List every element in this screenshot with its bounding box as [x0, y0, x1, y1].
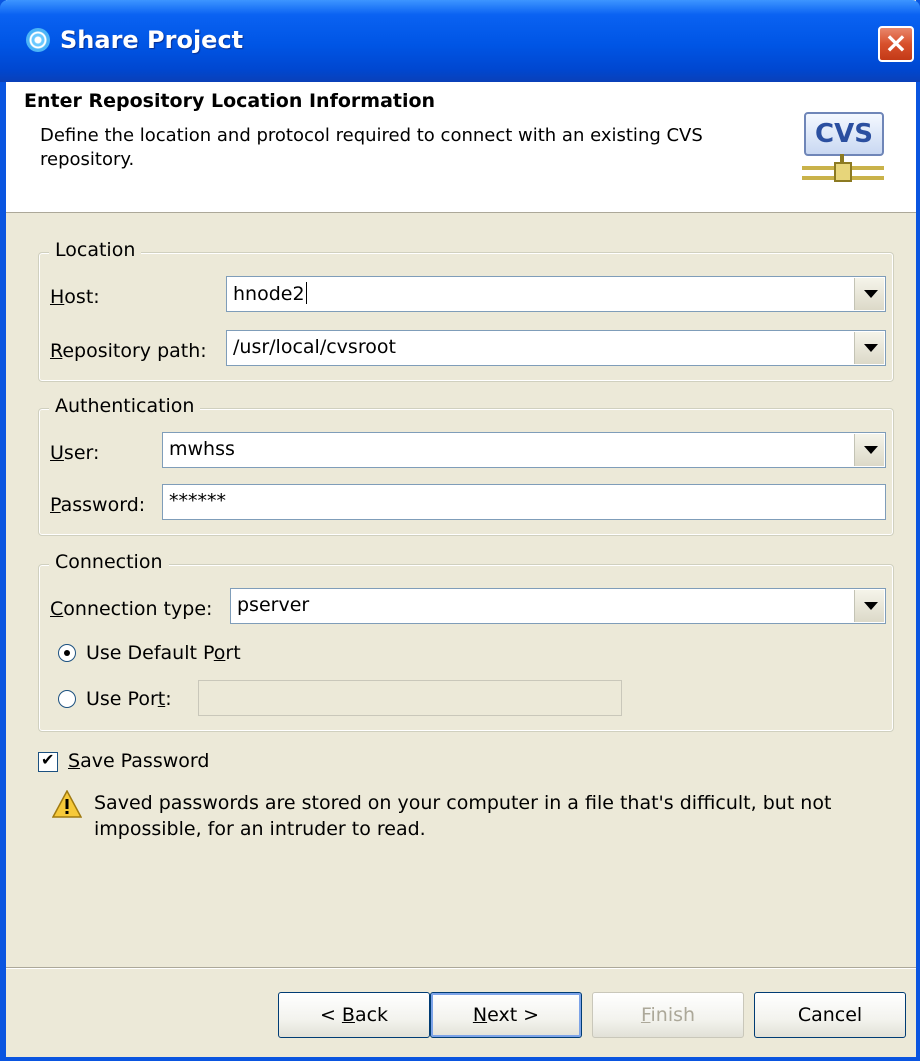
wizard-header: Enter Repository Location Information De…: [6, 82, 916, 213]
chevron-down-icon[interactable]: [854, 278, 884, 310]
password-value: ******: [169, 490, 226, 512]
chevron-down-icon[interactable]: [854, 434, 884, 466]
cvs-logo-text: CVS: [804, 112, 884, 156]
title-bar[interactable]: Share Project ×: [0, 0, 920, 82]
cvs-logo-node: [834, 162, 852, 182]
next-button[interactable]: Next >: [430, 992, 582, 1038]
repository-path-combo[interactable]: /usr/local/cvsroot: [226, 330, 886, 366]
host-value: hnode2: [233, 282, 307, 305]
connection-type-value: pserver: [237, 594, 310, 616]
connection-group-title: Connection: [49, 551, 169, 573]
connection-type-combo[interactable]: pserver: [230, 588, 886, 624]
password-label: Password:: [50, 494, 146, 516]
eclipse-icon: [26, 28, 50, 52]
save-password-label[interactable]: Save Password: [68, 750, 209, 772]
warning-icon: [52, 790, 82, 818]
host-label: Host:: [50, 286, 100, 308]
port-field[interactable]: [198, 680, 622, 716]
repository-path-value: /usr/local/cvsroot: [233, 336, 396, 358]
authentication-group-title: Authentication: [49, 395, 201, 417]
user-combo[interactable]: mwhss: [162, 432, 886, 468]
user-value: mwhss: [169, 438, 235, 460]
cvs-logo-icon: CVS: [802, 112, 884, 190]
button-bar-separator: [6, 967, 916, 969]
chevron-down-icon[interactable]: [854, 332, 884, 364]
close-icon: ×: [884, 26, 908, 59]
location-group-title: Location: [49, 239, 142, 261]
close-button[interactable]: ×: [878, 26, 914, 62]
cancel-button[interactable]: Cancel: [754, 992, 906, 1038]
save-password-checkbox[interactable]: [38, 750, 58, 772]
share-project-dialog: Share Project × Enter Repository Locatio…: [0, 0, 920, 1061]
connection-type-label: Connection type:: [50, 598, 213, 620]
chevron-down-icon[interactable]: [854, 590, 884, 622]
repository-path-label: Repository path:: [50, 340, 207, 362]
use-port-label[interactable]: Use Port:: [86, 688, 172, 710]
back-button[interactable]: < Back: [278, 992, 430, 1038]
use-default-port-label[interactable]: Use Default Port: [86, 642, 241, 664]
password-field[interactable]: ******: [162, 484, 886, 520]
use-port-radio[interactable]: [58, 690, 76, 708]
page-description: Define the location and protocol require…: [40, 125, 703, 170]
use-default-port-radio[interactable]: [58, 644, 76, 662]
window-title: Share Project: [60, 26, 244, 54]
page-title: Enter Repository Location Information: [24, 90, 436, 112]
save-password-warning: Saved passwords are stored on your compu…: [94, 792, 832, 840]
host-combo[interactable]: hnode2: [226, 276, 886, 312]
user-label: User:: [50, 442, 100, 464]
finish-button[interactable]: Finish: [592, 992, 744, 1038]
